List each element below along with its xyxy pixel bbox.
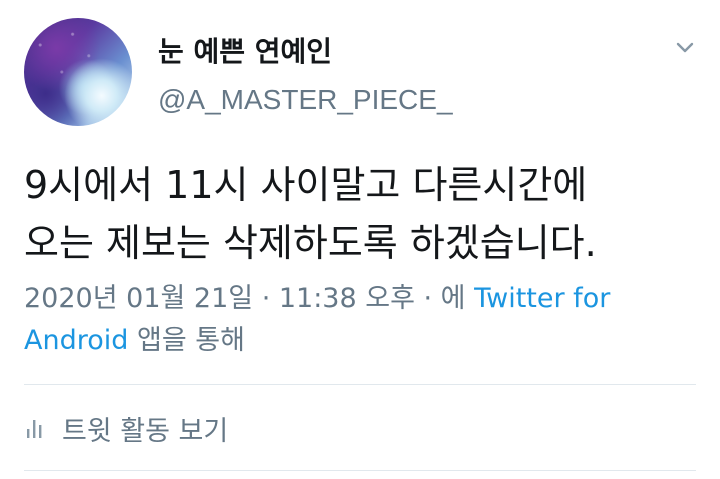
activity-label: 트윗 활동 보기 (62, 415, 229, 447)
chevron-down-icon[interactable] (674, 36, 696, 58)
display-name[interactable]: 눈 예쁜 연예인 (158, 30, 332, 70)
tweet-meta: 2020년 01월 21일 · 11:38 오후 · 에 Twitter for… (24, 278, 694, 362)
divider (24, 384, 696, 385)
tweet-detail: 눈 예쁜 연예인 @A_MASTER_PIECE_ 9시에서 11시 사이말고 … (0, 0, 720, 479)
bar-chart-icon (27, 420, 42, 438)
user-handle[interactable]: @A_MASTER_PIECE_ (158, 84, 453, 116)
tweet-text: 9시에서 11시 사이말고 다른시간에 오는 제보는 삭제하도록 하겠습니다. (24, 163, 597, 265)
tweet-activity-link[interactable]: 트윗 활동 보기 (24, 406, 228, 450)
tweet-timestamp[interactable]: 2020년 01월 21일 · 11:38 오후 · 에 (24, 283, 474, 314)
source-suffix: 앱을 통해 (128, 325, 245, 356)
divider (24, 470, 696, 471)
avatar[interactable] (24, 18, 132, 126)
